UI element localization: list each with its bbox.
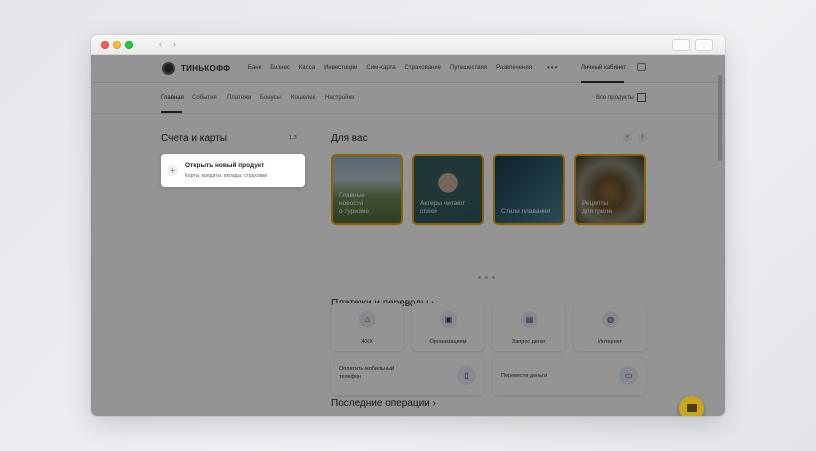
back-icon[interactable]: ‹ — [155, 39, 166, 50]
minimize-window-button[interactable] — [113, 41, 121, 49]
page-content: ТИНЬКОФФ Банк Бизнес Касса Инвестиции Си… — [91, 55, 725, 416]
share-icon[interactable] — [672, 39, 690, 51]
new-product-title: Открыть новый продукт — [185, 162, 265, 169]
open-new-product-card[interactable]: + Открыть новый продукт Карты, кредиты, … — [161, 154, 305, 187]
scrollbar[interactable] — [718, 75, 722, 161]
chat-icon — [687, 404, 697, 412]
close-window-button[interactable] — [101, 41, 109, 49]
forward-icon[interactable]: › — [169, 39, 180, 50]
tabs-icon[interactable] — [695, 39, 713, 51]
browser-window: ‹ › ТИНЬКОФФ Банк Бизнес Касса Инвестици… — [91, 35, 725, 416]
zoom-window-button[interactable] — [125, 41, 133, 49]
new-product-subtitle: Карты, кредиты, вклады, страховки — [185, 173, 268, 179]
modal-backdrop[interactable] — [91, 55, 725, 416]
title-bar: ‹ › — [91, 35, 725, 55]
plus-icon: + — [167, 165, 178, 176]
chat-button[interactable] — [679, 396, 704, 416]
